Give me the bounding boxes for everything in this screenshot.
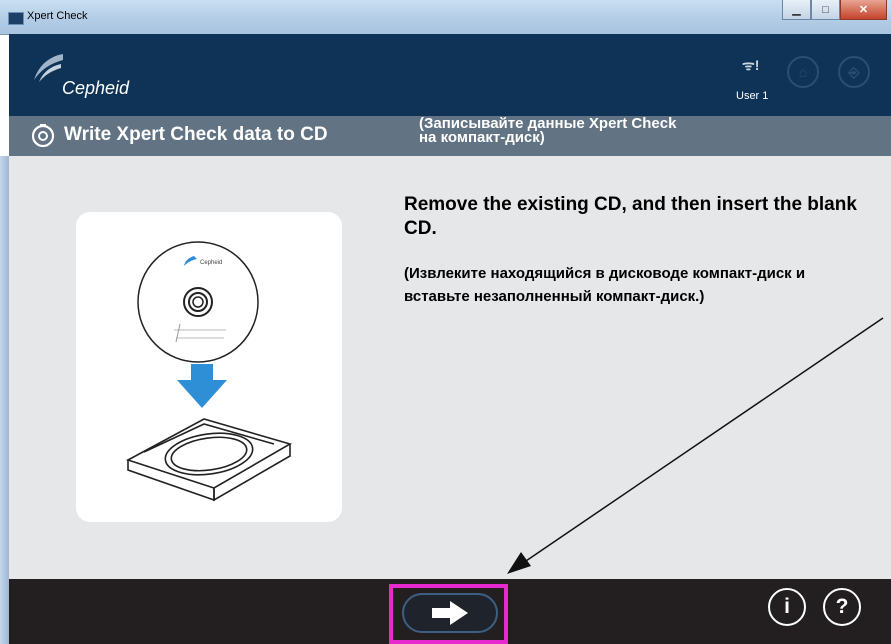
disc-icon bbox=[31, 124, 55, 148]
close-button[interactable]: ✕ bbox=[840, 0, 887, 20]
cd-label: Cepheid bbox=[200, 260, 222, 266]
maximize-button[interactable]: □ bbox=[811, 0, 840, 20]
logout-icon[interactable]: ⎆ bbox=[838, 56, 870, 88]
app-header: Cepheid ᯤ! User 1 ⌂ ⎆ bbox=[9, 34, 891, 116]
home-icon[interactable]: ⌂ bbox=[787, 56, 819, 88]
section-title-translation: (Записывайте данные Xpert Check на компа… bbox=[419, 115, 677, 146]
app-icon bbox=[8, 12, 24, 25]
minimize-button[interactable]: ▁ bbox=[782, 0, 811, 20]
info-button[interactable]: i bbox=[768, 588, 806, 626]
right-arrow-icon bbox=[432, 601, 468, 625]
window-title: Xpert Check bbox=[27, 10, 88, 22]
section-title: Write Xpert Check data to CD bbox=[64, 124, 328, 145]
down-arrow-icon bbox=[177, 364, 227, 408]
section-header: Write Xpert Check data to CD (Записывайт… bbox=[9, 116, 891, 156]
user-label: User 1 bbox=[736, 90, 769, 102]
logo-text: Cepheid bbox=[62, 78, 130, 98]
instruction-translation-text: (Извлеките находящийся в дисководе компа… bbox=[404, 265, 806, 305]
cd-instruction-illustration: Cepheid bbox=[76, 212, 342, 522]
help-button[interactable]: ? bbox=[823, 588, 861, 626]
window-titlebar: Xpert Check ▁ □ ✕ bbox=[0, 0, 891, 35]
cd-insert-illustration: Cepheid bbox=[125, 241, 293, 502]
next-button[interactable] bbox=[402, 593, 498, 633]
window-controls: ▁ □ ✕ bbox=[782, 0, 887, 20]
cepheid-logo-icon bbox=[34, 54, 63, 82]
window-edge bbox=[0, 156, 9, 644]
instruction-text: Remove the existing CD, and then insert … bbox=[404, 194, 857, 239]
network-icon: ᯤ! bbox=[742, 57, 760, 73]
cd-tray-icon bbox=[125, 418, 293, 502]
cd-disc: Cepheid bbox=[137, 241, 259, 363]
